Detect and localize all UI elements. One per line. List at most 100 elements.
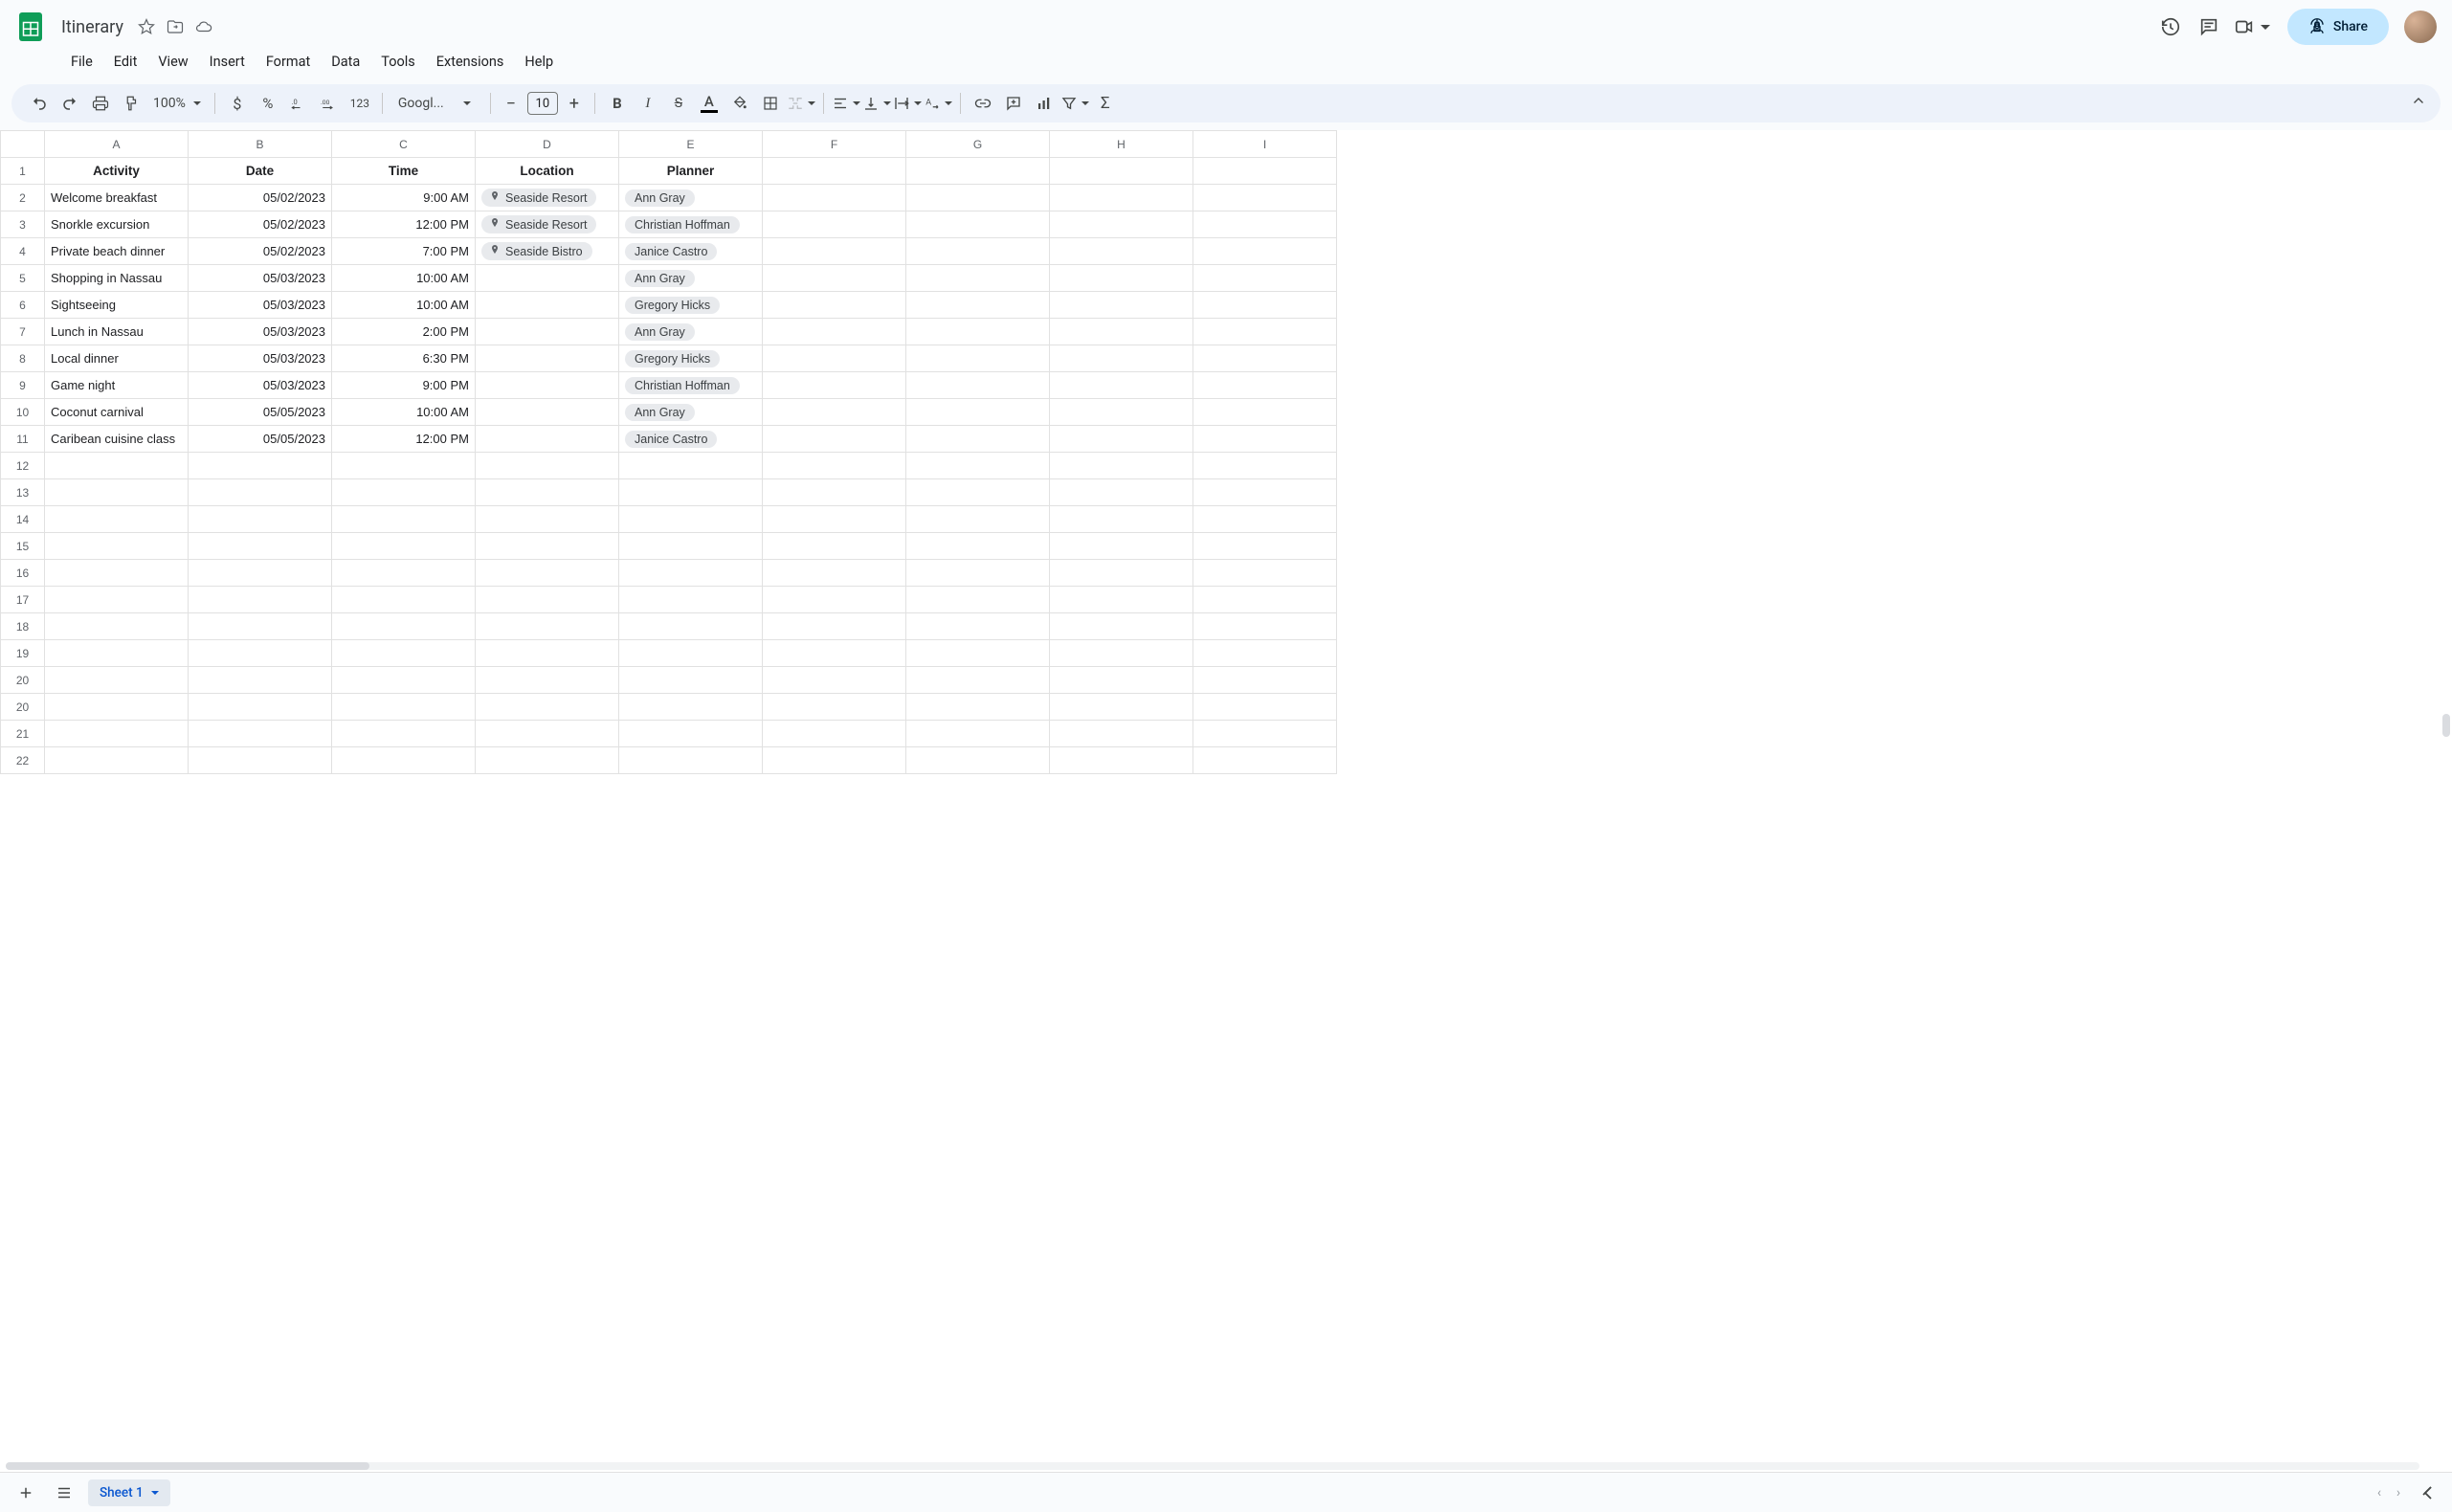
cell[interactable] (1050, 319, 1193, 345)
cell[interactable] (1050, 292, 1193, 319)
avatar[interactable] (2404, 11, 2437, 43)
cell[interactable]: Ann Gray (619, 265, 763, 292)
cell[interactable] (45, 613, 189, 640)
vertical-scrollbar-thumb[interactable] (2442, 714, 2450, 737)
italic-button[interactable]: I (634, 89, 662, 118)
cell[interactable] (619, 694, 763, 721)
cell[interactable] (763, 345, 906, 372)
row-header[interactable]: 16 (1, 560, 45, 587)
row-header[interactable]: 4 (1, 238, 45, 265)
cell[interactable] (1050, 694, 1193, 721)
cell[interactable] (763, 372, 906, 399)
cell[interactable] (906, 721, 1050, 747)
cell[interactable]: 05/03/2023 (189, 345, 332, 372)
cell[interactable] (763, 399, 906, 426)
cell[interactable] (476, 560, 619, 587)
cell[interactable] (906, 506, 1050, 533)
all-sheets-button[interactable] (50, 1479, 78, 1507)
row-header[interactable]: 20 (1, 667, 45, 694)
cell[interactable] (189, 479, 332, 506)
cell[interactable] (763, 319, 906, 345)
col-header-A[interactable]: A (45, 131, 189, 158)
cell[interactable] (45, 721, 189, 747)
cell[interactable] (1193, 587, 1337, 613)
cell[interactable] (906, 185, 1050, 211)
cell[interactable]: Sightseeing (45, 292, 189, 319)
cell[interactable] (763, 265, 906, 292)
cell[interactable] (906, 399, 1050, 426)
cell[interactable] (906, 560, 1050, 587)
cell[interactable]: Private beach dinner (45, 238, 189, 265)
col-header-H[interactable]: H (1050, 131, 1193, 158)
cell[interactable] (1193, 185, 1337, 211)
cell[interactable] (906, 372, 1050, 399)
cell[interactable] (189, 640, 332, 667)
cell[interactable] (1193, 506, 1337, 533)
cell[interactable] (763, 640, 906, 667)
cell[interactable] (619, 721, 763, 747)
insert-link-button[interactable] (969, 89, 997, 118)
cell[interactable] (476, 426, 619, 453)
cell[interactable] (619, 453, 763, 479)
cell[interactable] (1050, 426, 1193, 453)
merge-button[interactable] (787, 95, 815, 112)
location-chip[interactable]: Seaside Bistro (481, 242, 592, 260)
cell[interactable]: 05/02/2023 (189, 211, 332, 238)
col-header-G[interactable]: G (906, 131, 1050, 158)
person-chip[interactable]: Ann Gray (625, 404, 695, 421)
cell[interactable]: Ann Gray (619, 185, 763, 211)
percent-button[interactable]: % (254, 89, 282, 118)
menu-tools[interactable]: Tools (371, 50, 425, 74)
cell[interactable]: Ann Gray (619, 319, 763, 345)
person-chip[interactable]: Janice Castro (625, 243, 717, 260)
cell[interactable] (1193, 613, 1337, 640)
horizontal-scrollbar-thumb[interactable] (6, 1462, 369, 1470)
cell[interactable]: Caribean cuisine class (45, 426, 189, 453)
cell[interactable]: Time (332, 158, 476, 185)
cell[interactable]: Janice Castro (619, 238, 763, 265)
cell[interactable]: Ann Gray (619, 399, 763, 426)
cell[interactable] (189, 747, 332, 774)
cell[interactable] (763, 238, 906, 265)
cell[interactable] (476, 587, 619, 613)
person-chip[interactable]: Ann Gray (625, 189, 695, 207)
cell[interactable] (1193, 426, 1337, 453)
cell[interactable] (332, 667, 476, 694)
zoom-select[interactable]: 100% (147, 96, 207, 111)
functions-button[interactable]: Σ (1091, 89, 1120, 118)
cell[interactable] (763, 587, 906, 613)
share-button[interactable]: Share (2287, 9, 2389, 45)
cell[interactable] (1050, 211, 1193, 238)
row-header[interactable]: 13 (1, 479, 45, 506)
col-header-D[interactable]: D (476, 131, 619, 158)
cell[interactable] (476, 399, 619, 426)
cell[interactable] (1050, 747, 1193, 774)
cell[interactable] (332, 560, 476, 587)
tab-nav-arrows[interactable]: ‹› (2370, 1485, 2408, 1501)
location-chip[interactable]: Seaside Resort (481, 189, 596, 207)
cell[interactable]: 05/05/2023 (189, 426, 332, 453)
cell[interactable] (1193, 721, 1337, 747)
comments-icon[interactable] (2190, 8, 2228, 46)
cell[interactable] (906, 613, 1050, 640)
sheets-logo-icon[interactable] (11, 8, 50, 46)
cell[interactable]: 12:00 PM (332, 426, 476, 453)
cell[interactable]: 7:00 PM (332, 238, 476, 265)
cell[interactable] (1050, 533, 1193, 560)
cell[interactable] (45, 667, 189, 694)
cell[interactable] (332, 587, 476, 613)
strikethrough-button[interactable]: S (664, 89, 693, 118)
cell[interactable] (1193, 158, 1337, 185)
borders-button[interactable] (756, 89, 785, 118)
cell[interactable]: Seaside Resort (476, 211, 619, 238)
cell[interactable] (45, 747, 189, 774)
menu-file[interactable]: File (61, 50, 102, 74)
row-header[interactable]: 19 (1, 640, 45, 667)
cell[interactable] (763, 721, 906, 747)
cell[interactable] (906, 265, 1050, 292)
cell[interactable] (763, 426, 906, 453)
cell[interactable] (906, 453, 1050, 479)
col-header-E[interactable]: E (619, 131, 763, 158)
cell[interactable] (45, 694, 189, 721)
menu-data[interactable]: Data (322, 50, 369, 74)
